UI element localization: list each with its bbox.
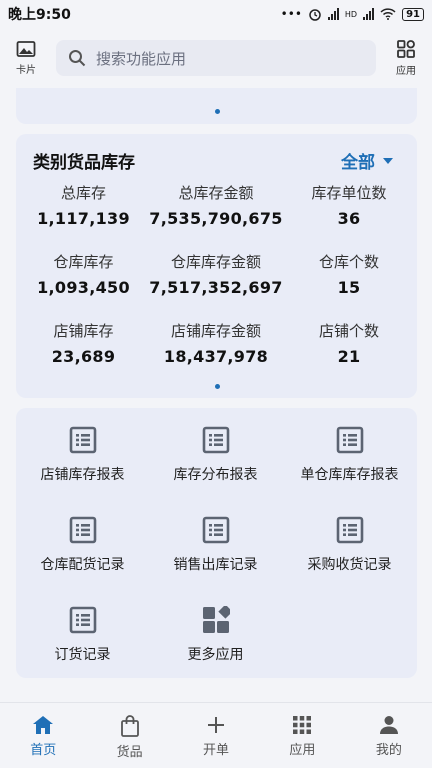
report-icon <box>336 426 364 454</box>
summary-card-partial <box>16 88 417 124</box>
search-placeholder: 搜索功能应用 <box>96 49 187 68</box>
search-input[interactable]: 搜索功能应用 <box>56 40 376 76</box>
signal-icon-2 <box>363 8 375 20</box>
metric-store-stock: 店铺库存 23,689 <box>16 320 151 366</box>
app-label: 销售出库记录 <box>173 557 258 573</box>
app-label: 仓库配货记录 <box>40 557 125 573</box>
report-icon <box>69 516 97 544</box>
status-time: 晚上9:50 <box>8 7 71 23</box>
metric-value: 7,535,790,675 <box>149 209 283 228</box>
metric-warehouse-count: 仓库个数 15 <box>281 251 417 297</box>
report-icon <box>69 606 97 634</box>
app-warehouse-allocation-records[interactable]: 仓库配货记录 <box>16 516 149 606</box>
signal-icon-1 <box>327 8 339 20</box>
notification-dots: ••• <box>280 7 302 21</box>
metric-label: 店铺库存 <box>53 322 114 340</box>
app-label: 采购收货记录 <box>307 557 392 573</box>
app-label: 更多应用 <box>187 647 244 663</box>
home-icon <box>33 716 54 734</box>
metric-label: 仓库个数 <box>318 253 379 271</box>
metric-value: 1,093,450 <box>37 278 130 297</box>
app-label: 单仓库库存报表 <box>300 467 399 483</box>
metric-value: 7,517,352,697 <box>149 278 283 297</box>
quick-apps-card: 店铺库存报表 库存分布报表 单仓库库存报表 仓库配货记录 销售出库记录 采购收货… <box>16 408 417 678</box>
nav-create-order[interactable]: 开单 <box>173 703 259 768</box>
metric-value: 21 <box>337 347 361 366</box>
report-icon <box>69 426 97 454</box>
metric-warehouse-stock-amount: 仓库库存金额 7,517,352,697 <box>149 251 283 297</box>
nav-goods[interactable]: 货品 <box>86 703 172 768</box>
inventory-filter-dropdown[interactable]: 全部 <box>341 148 393 173</box>
metric-store-stock-amount: 店铺库存金额 18,437,978 <box>151 320 281 366</box>
metric-total-stock: 总库存 1,117,139 <box>16 182 151 228</box>
status-bar: 晚上9:50 ••• HD 91 <box>0 0 432 28</box>
report-icon <box>202 516 230 544</box>
report-icon <box>202 426 230 454</box>
metric-total-stock-amount: 总库存金额 7,535,790,675 <box>149 182 283 228</box>
inventory-metrics: 总库存 1,117,139 总库存金额 7,535,790,675 库存单位数 36 … <box>16 182 417 366</box>
search-icon <box>69 50 86 67</box>
metric-stock-units: 库存单位数 36 <box>281 182 417 228</box>
grid-icon <box>293 716 312 734</box>
app-more-apps[interactable]: 更多应用 <box>149 606 282 696</box>
nav-label: 开单 <box>203 743 230 758</box>
person-icon <box>379 716 398 734</box>
apps-grid-icon <box>397 40 415 58</box>
alarm-icon <box>309 9 321 21</box>
apps-button[interactable]: 应用 <box>380 39 432 77</box>
nav-label: 货品 <box>116 745 143 760</box>
app-sales-outbound-records[interactable]: 销售出库记录 <box>149 516 282 606</box>
card-view-button[interactable]: 卡片 <box>0 40 52 76</box>
nav-label: 我的 <box>375 743 402 758</box>
metric-value: 15 <box>337 278 361 297</box>
metric-label: 库存单位数 <box>311 184 387 202</box>
metric-value: 18,437,978 <box>163 347 269 366</box>
more-apps-icon <box>202 606 230 634</box>
app-store-stock-report[interactable]: 店铺库存报表 <box>16 426 149 516</box>
metric-label: 总库存金额 <box>178 184 254 202</box>
nav-home[interactable]: 首页 <box>0 703 86 768</box>
report-icon <box>336 516 364 544</box>
app-order-records[interactable]: 订货记录 <box>16 606 149 696</box>
metric-label: 仓库库存金额 <box>170 253 261 271</box>
metric-value: 36 <box>337 209 361 228</box>
battery-indicator: 91 <box>402 7 424 21</box>
status-icons: ••• HD 91 <box>281 7 424 21</box>
top-bar: 卡片 搜索功能应用 应用 <box>0 28 432 88</box>
app-stock-distribution-report[interactable]: 库存分布报表 <box>149 426 282 516</box>
landscape-icon <box>16 41 36 57</box>
nav-profile[interactable]: 我的 <box>346 703 432 768</box>
app-label: 库存分布报表 <box>173 467 258 483</box>
inventory-filter-label: 全部 <box>341 153 375 173</box>
app-label: 店铺库存报表 <box>40 467 125 483</box>
app-label: 订货记录 <box>54 647 111 663</box>
app-single-warehouse-report[interactable]: 单仓库库存报表 <box>282 426 417 516</box>
chevron-down-icon <box>383 157 393 164</box>
metric-value: 23,689 <box>51 347 116 366</box>
page-indicator-dot <box>214 384 220 389</box>
nav-label: 应用 <box>289 743 316 758</box>
metric-label: 仓库库存 <box>53 253 114 271</box>
page-indicator-dot <box>214 109 220 114</box>
hd-label: HD <box>344 9 358 19</box>
nav-apps[interactable]: 应用 <box>259 703 345 768</box>
metric-label: 店铺个数 <box>318 322 379 340</box>
wifi-icon <box>380 8 396 20</box>
plus-icon <box>208 717 225 733</box>
metric-label: 店铺库存金额 <box>170 322 261 340</box>
metric-store-count: 店铺个数 21 <box>281 320 417 366</box>
apps-label: 应用 <box>396 66 416 77</box>
card-view-label: 卡片 <box>16 65 36 76</box>
metric-value: 1,117,139 <box>37 209 130 228</box>
app-purchase-receiving-records[interactable]: 采购收货记录 <box>282 516 417 606</box>
metric-warehouse-stock: 仓库库存 1,093,450 <box>16 251 151 297</box>
quick-apps-grid: 店铺库存报表 库存分布报表 单仓库库存报表 仓库配货记录 销售出库记录 采购收货… <box>16 426 417 696</box>
bottom-nav: 首页 货品 开单 应用 我的 <box>0 702 432 768</box>
inventory-title: 类别货品库存 <box>33 153 135 173</box>
nav-label: 首页 <box>30 743 57 758</box>
bag-icon <box>120 715 139 737</box>
metric-label: 总库存 <box>60 184 106 202</box>
category-inventory-card: 类别货品库存 全部 总库存 1,117,139 总库存金额 7,535,790,67… <box>16 134 417 398</box>
